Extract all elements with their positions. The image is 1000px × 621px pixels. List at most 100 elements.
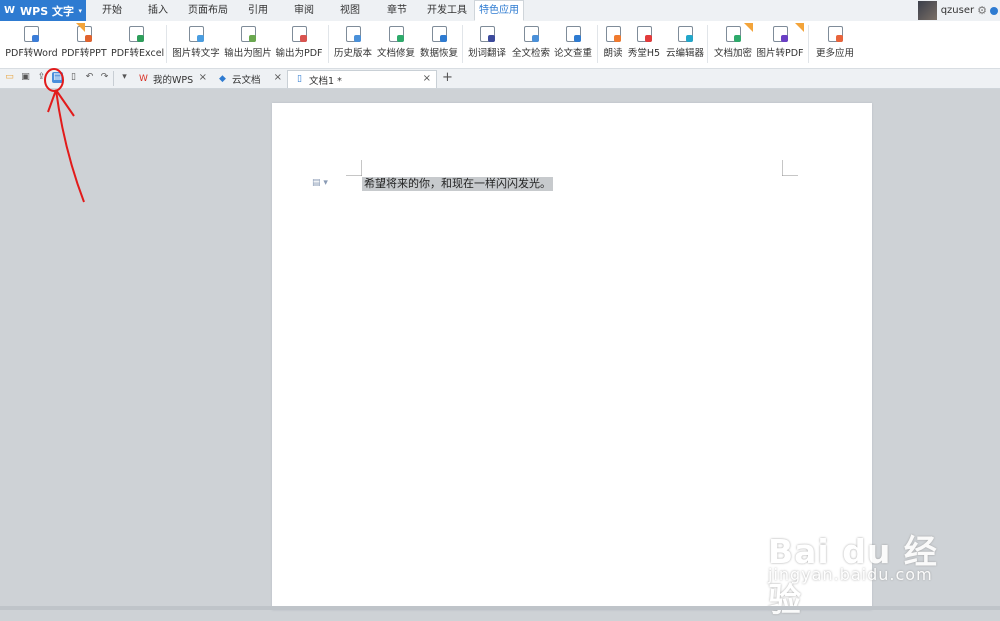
tab-page-layout[interactable]: 页面布局 [183, 0, 233, 21]
plagiarism-check-icon [565, 26, 581, 42]
customize-dropdown-icon[interactable]: ▾ [119, 72, 130, 83]
tab-insert[interactable]: 插入 [138, 0, 178, 21]
tab-review[interactable]: 审阅 [284, 0, 324, 21]
ribbon-item-label: 图片转文字 [172, 48, 220, 59]
new-tab-button[interactable]: + [442, 70, 453, 85]
status-bar [0, 606, 1000, 610]
document-icon: ▯ [297, 74, 302, 84]
data-recovery-button[interactable]: 数据恢复 [418, 23, 460, 67]
ribbon-item-label: 全文检索 [511, 48, 550, 59]
doc-repair-icon [388, 26, 404, 42]
ribbon-item-label: 输出为图片 [224, 48, 272, 59]
ribbon-item-label: 秀堂H5 [627, 48, 661, 59]
more-apps-icon [827, 26, 843, 42]
h5-show-button[interactable]: 秀堂H5 [625, 23, 663, 67]
history-version-icon [345, 26, 361, 42]
ribbon-item-label: 论文查重 [553, 48, 592, 59]
annotation-circle-arrow-icon [44, 68, 85, 203]
translate-icon [479, 26, 495, 42]
tab-chapter[interactable]: 章节 [377, 0, 417, 21]
full-text-search-button[interactable]: 全文检索 [510, 23, 552, 67]
vip-corner-icon [76, 23, 85, 32]
cloud-editor-button[interactable]: 云编辑器 [665, 23, 705, 67]
pdf-to-excel-icon [128, 26, 144, 42]
avatar[interactable] [917, 1, 937, 20]
cloud-icon: ◆ [219, 73, 226, 84]
cloud-editor-icon [677, 26, 693, 42]
close-icon[interactable]: × [423, 73, 431, 84]
export-image-button[interactable]: 输出为图片 [224, 23, 272, 67]
toolbar-separator [113, 71, 114, 86]
gear-icon[interactable]: ⚙ [977, 4, 987, 17]
tab-view[interactable]: 视图 [330, 0, 370, 21]
h5-show-icon [636, 26, 652, 42]
image-to-text-button[interactable]: 图片转文字 [172, 23, 220, 67]
ribbon-item-label: 历史版本 [333, 48, 372, 59]
ribbon-item-label: 朗读 [603, 48, 623, 59]
pdf-to-excel-button[interactable]: PDF转Excel [111, 23, 165, 67]
ribbon-item-label: 文档修复 [376, 48, 415, 59]
watermark-url: jingyan.baidu.com [768, 565, 933, 584]
close-icon[interactable]: × [199, 72, 207, 83]
ribbon-item-label: 划词翻译 [467, 48, 506, 59]
vip-corner-icon [744, 23, 753, 32]
ribbon-item-label: PDF转PPT [61, 48, 107, 59]
save-icon[interactable]: ▣ [20, 72, 31, 83]
user-area: qzuser ⚙ [917, 0, 1000, 21]
crop-mark-top-right-icon [782, 160, 798, 176]
baidu-jingyan-watermark: Bai du 经验 jingyan.baidu.com [768, 503, 968, 619]
ribbon-item-label: PDF转Word [5, 48, 58, 59]
chevron-down-icon: ▾ [78, 6, 82, 15]
ribbon-separator [808, 25, 809, 63]
ribbon-item-label: 图片转PDF [756, 48, 804, 59]
ribbon-separator [166, 25, 167, 63]
status-dot-icon [990, 6, 998, 15]
data-recovery-icon [431, 26, 447, 42]
export-pdf-button[interactable]: 输出为PDF [275, 23, 323, 67]
tab-special-apps[interactable]: 特色应用 [474, 0, 524, 21]
doc-encrypt-icon [725, 26, 741, 42]
ribbon-item-label: 输出为PDF [275, 48, 323, 59]
tab-label: 我的WPS [153, 75, 194, 86]
ribbon-item-label: 云编辑器 [665, 48, 704, 59]
tab-home[interactable]: 开始 [92, 0, 132, 21]
paragraph-layout-icon[interactable]: ▤ ▾ [312, 178, 328, 188]
tab-document1[interactable]: ▯ 文档1 * × [287, 70, 437, 88]
export-image-icon [240, 26, 256, 42]
redo-icon[interactable]: ↷ [99, 72, 110, 83]
ribbon-item-label: PDF转Excel [111, 48, 165, 59]
full-text-search-icon [523, 26, 539, 42]
close-icon[interactable]: × [274, 72, 282, 83]
more-apps-button[interactable]: 更多应用 [814, 23, 856, 67]
ribbon-separator [707, 25, 708, 63]
app-menu-button[interactable]: W WPS 文字 ▾ [0, 0, 86, 21]
tab-references[interactable]: 引用 [238, 0, 278, 21]
document-text-selected[interactable]: 希望将来的你，和现在一样闪闪发光。 [362, 177, 553, 191]
wps-logo-icon: W [4, 5, 16, 16]
ribbon-item-label: 数据恢复 [419, 48, 458, 59]
export-pdf-icon [291, 26, 307, 42]
read-aloud-button[interactable]: 朗读 [602, 23, 624, 67]
tab-cloud-docs[interactable]: ◆ 云文档 × [211, 70, 287, 88]
crop-mark-top-left-icon [346, 160, 362, 176]
plagiarism-check-button[interactable]: 论文查重 [553, 23, 593, 67]
image-to-pdf-icon [772, 26, 788, 42]
translate-button[interactable]: 划词翻译 [466, 23, 508, 67]
image-to-text-icon [188, 26, 204, 42]
open-folder-icon[interactable]: ▭ [4, 72, 15, 83]
wps-logo-icon: W [139, 73, 148, 84]
tab-my-wps[interactable]: W 我的WPS × [132, 70, 212, 88]
tab-developer[interactable]: 开发工具 [422, 0, 472, 21]
ribbon-item-label: 更多应用 [815, 48, 854, 59]
vip-corner-icon [795, 23, 804, 32]
pdf-to-word-icon [24, 26, 39, 42]
read-aloud-icon [605, 26, 621, 42]
tab-label: 文档1 * [309, 75, 342, 87]
app-name: WPS 文字 [20, 4, 74, 18]
username[interactable]: qzuser [941, 5, 974, 16]
tab-label: 云文档 [232, 75, 261, 86]
ribbon-separator [462, 25, 463, 63]
ribbon-item-label: 文档加密 [713, 48, 752, 59]
doc-repair-button[interactable]: 文档修复 [375, 23, 417, 67]
history-version-button[interactable]: 历史版本 [333, 23, 373, 67]
